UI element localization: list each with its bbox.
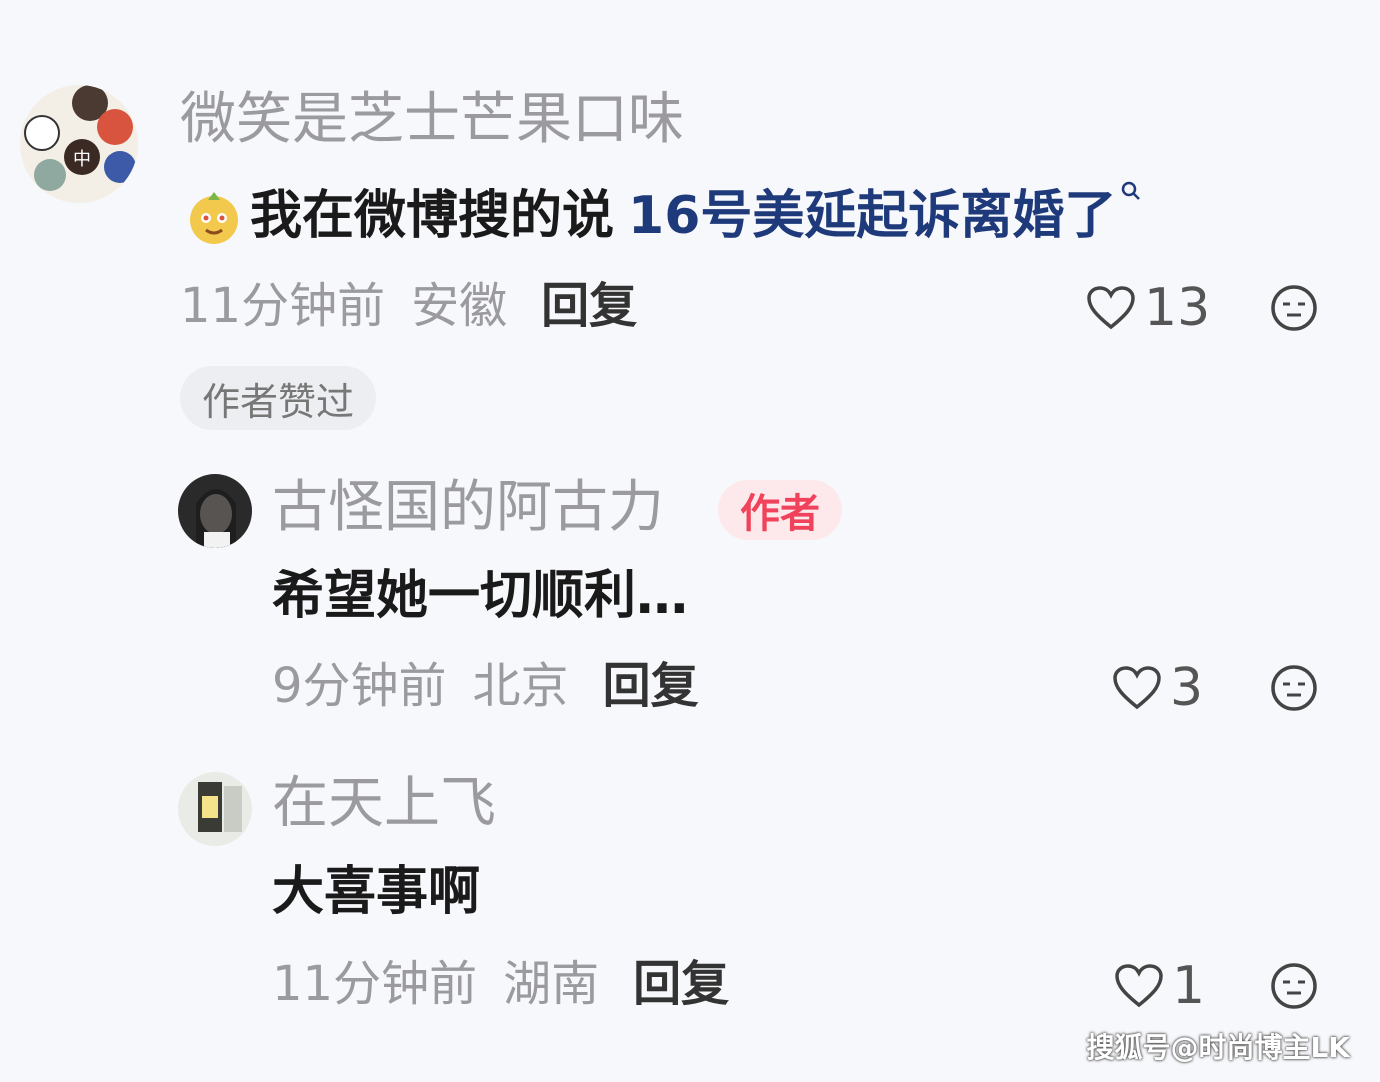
heart-icon [1087,286,1135,330]
comment-meta: 11分钟前 湖南 回复 [272,960,729,1008]
comment-meta: 9分钟前 北京 回复 [272,662,699,710]
dislike-button[interactable] [1270,284,1318,332]
author-badge: 作者 [718,480,842,540]
reply-button[interactable]: 回复 [633,960,729,1008]
comment-text: 我在微博搜的说 16号美延起诉离婚了 [184,181,1142,246]
username[interactable]: 古怪国的阿古力 [272,480,664,536]
like-count: 13 [1144,278,1211,338]
heart-icon [1113,666,1161,710]
location: 北京 [472,658,569,714]
timestamp: 11分钟前 [180,278,386,334]
avatar[interactable] [178,772,252,846]
like-button[interactable]: 3 [1112,662,1203,714]
dislike-button[interactable] [1270,664,1318,712]
svg-text:中: 中 [73,149,91,170]
neutral-face-icon [1271,285,1317,331]
reply-button[interactable]: 回复 [541,282,637,330]
neutral-face-icon [1271,963,1317,1009]
comment-text-prefix: 我在微博搜的说 [250,186,615,246]
like-button[interactable]: 13 [1086,282,1210,334]
avatar[interactable]: 中 [20,85,138,203]
author-liked-badge: 作者赞过 [180,366,377,430]
like-count: 3 [1170,658,1204,718]
heart-icon [1115,964,1163,1008]
emoji-icon [190,192,238,244]
location: 安徽 [411,278,508,334]
avatar[interactable] [178,474,252,548]
comment-meta: 11分钟前 安徽 回复 [180,282,637,330]
username[interactable]: 在天上飞 [272,776,496,832]
timestamp: 9分钟前 [272,658,447,714]
location: 湖南 [503,956,600,1012]
search-icon[interactable] [1120,180,1142,202]
like-count: 1 [1172,956,1206,1016]
reply-button[interactable]: 回复 [603,662,699,710]
watermark: 搜狐号@时尚博主LK [1086,1031,1350,1064]
dislike-button[interactable] [1270,962,1318,1010]
timestamp: 11分钟前 [272,956,478,1012]
neutral-face-icon [1271,665,1317,711]
comment-text: 大喜事啊 [272,862,481,922]
comment-text: 希望她一切顺利… [272,566,689,626]
username[interactable]: 微笑是芝士芒果口味 [180,92,684,148]
search-keyword-link[interactable]: 16号美延起诉离婚了 [628,190,1116,242]
like-button[interactable]: 1 [1114,960,1205,1012]
